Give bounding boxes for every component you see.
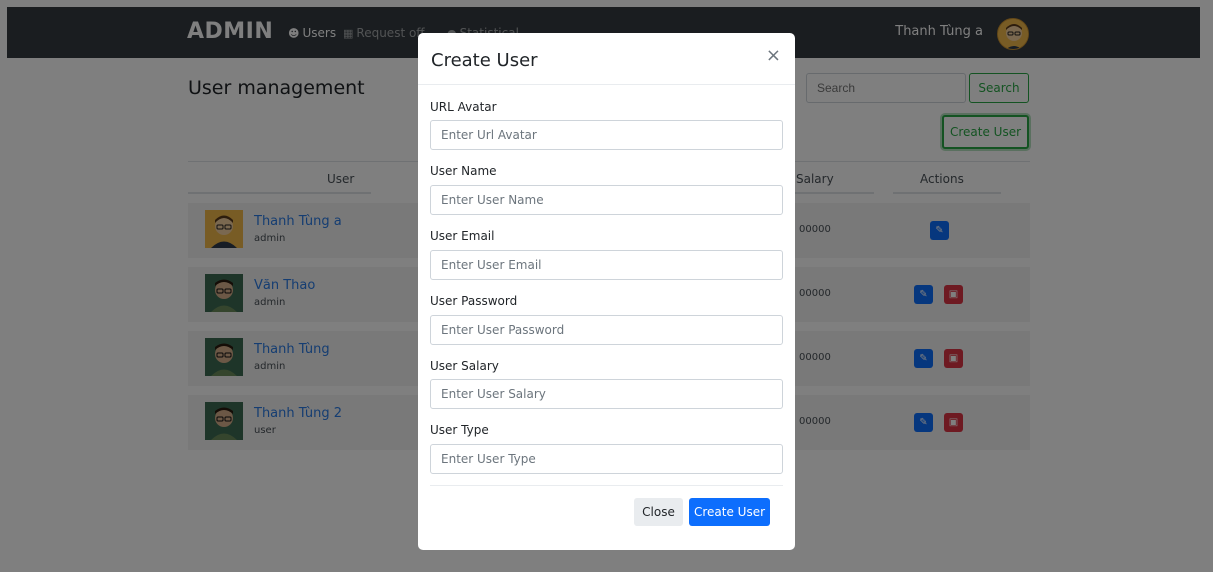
user-name-label: User Name — [430, 164, 497, 178]
url-avatar-label: URL Avatar — [430, 100, 497, 114]
user-type-label: User Type — [430, 423, 489, 437]
close-icon[interactable]: × — [766, 47, 781, 65]
modal-title: Create User — [431, 50, 538, 71]
user-salary-label: User Salary — [430, 359, 499, 373]
user-name-input[interactable] — [430, 185, 783, 215]
close-button[interactable]: Close — [634, 498, 683, 526]
user-type-input[interactable] — [430, 444, 783, 474]
user-salary-input[interactable] — [430, 379, 783, 409]
modal-header-divider — [418, 84, 795, 85]
modal-footer-divider — [430, 485, 783, 486]
user-email-label: User Email — [430, 229, 495, 243]
page: ADMIN ☻Users ▦Request off ●Statistical T… — [0, 0, 1213, 572]
url-avatar-input[interactable] — [430, 120, 783, 150]
user-password-input[interactable] — [430, 315, 783, 345]
user-email-input[interactable] — [430, 250, 783, 280]
create-user-modal: Create User × URL Avatar User Name User … — [418, 33, 795, 550]
create-user-submit-button[interactable]: Create User — [689, 498, 770, 526]
user-password-label: User Password — [430, 294, 518, 308]
